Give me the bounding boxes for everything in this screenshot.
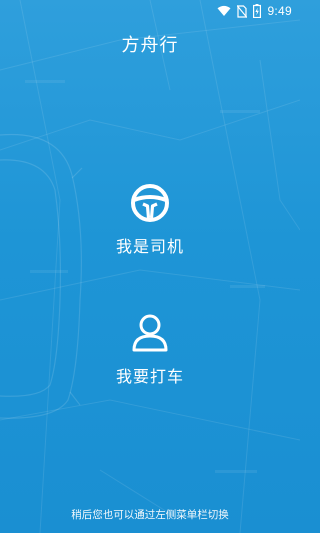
switch-hint-text: 稍后您也可以通过左侧菜单栏切换 xyxy=(71,509,229,521)
status-indicators: 9:49 xyxy=(217,2,292,20)
battery-charging-icon xyxy=(253,4,262,18)
driver-role-label: 我是司机 xyxy=(115,237,184,256)
passenger-role-label: 我要打车 xyxy=(115,367,184,386)
driver-role-button[interactable]: 我是司机 xyxy=(100,183,200,257)
page-title: 方舟行 xyxy=(121,35,179,56)
status-bar: 9:49 xyxy=(0,0,300,22)
steering-wheel-icon xyxy=(131,184,169,222)
passenger-role-button[interactable]: 我要打车 xyxy=(100,313,200,387)
wifi-icon xyxy=(217,5,231,16)
no-sim-icon xyxy=(237,4,248,18)
user-icon xyxy=(132,314,168,352)
status-time: 9:49 xyxy=(267,4,292,18)
map-background xyxy=(0,0,300,533)
